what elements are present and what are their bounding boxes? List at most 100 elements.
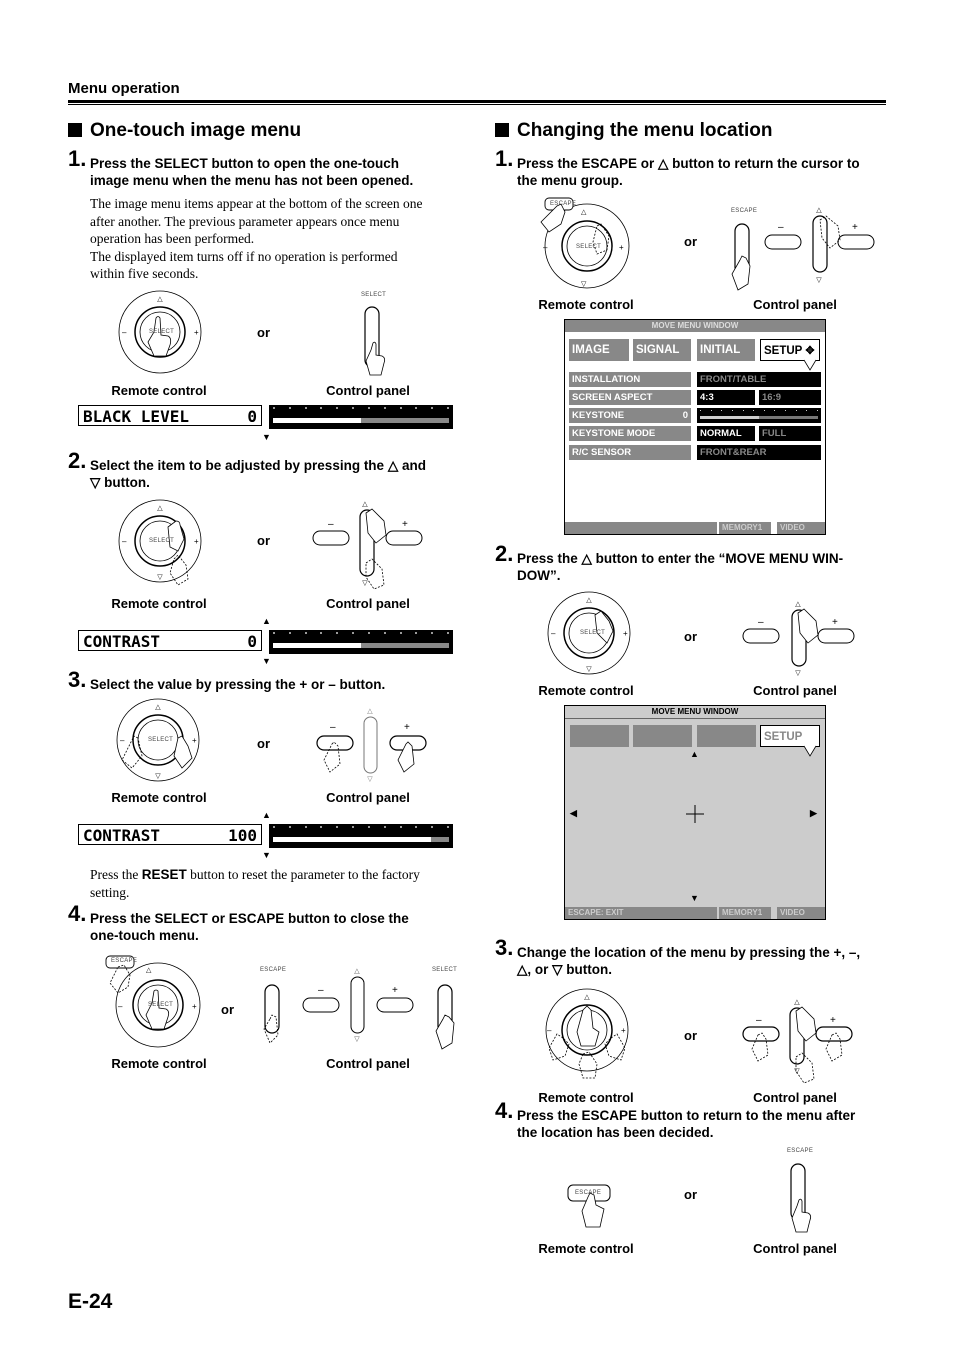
or-label: or — [221, 1002, 234, 1017]
aspect-option-4-3[interactable]: 4:3 — [697, 390, 755, 405]
panel-escape-label: ESCAPE — [787, 1148, 814, 1154]
step-text: Select the item to be adjusted by pressi… — [90, 458, 426, 473]
step-text: Press the ESCAPE button to return to the… — [517, 1108, 856, 1123]
osd-level-bar — [269, 630, 453, 654]
osd-item-label: CONTRAST — [83, 826, 161, 845]
left-step-1-body: The image menu items appear at the botto… — [90, 195, 460, 283]
panel-select-button — [364, 306, 386, 376]
body-line: The displayed item turns off if no opera… — [90, 248, 398, 264]
control-panel-buttons: – △ ▽ + — [731, 207, 875, 291]
input-indicator: VIDEO — [777, 522, 825, 534]
svg-text:△: △ — [155, 704, 161, 711]
right-step-1: 1. Press the ESCAPE or △ button to retur… — [495, 148, 897, 189]
tab-signal[interactable]: SIGNAL — [633, 339, 691, 361]
svg-text:–: – — [551, 629, 556, 638]
panel-select-label: SELECT — [361, 292, 387, 298]
svg-text:▽: ▽ — [155, 773, 161, 780]
svg-text:–: – — [318, 985, 324, 996]
section-header: Menu operation — [68, 80, 180, 97]
svg-text:▽: ▽ — [795, 670, 801, 677]
up-arrow-icon: ▲ — [262, 616, 271, 626]
osd-item-box: BLACK LEVEL 0 — [78, 405, 262, 426]
select-button-label: SELECT — [148, 1002, 174, 1008]
move-up-arrow-icon[interactable]: ▲ — [690, 750, 699, 759]
down-arrow-icon: ▼ — [262, 432, 271, 442]
osd-level-bar — [269, 824, 453, 848]
svg-text:+: + — [402, 519, 408, 530]
or-label: or — [257, 325, 270, 340]
control-panel-buttons: – △ ▽ + — [742, 601, 855, 677]
control-panel-caption: Control panel — [753, 683, 837, 698]
control-panel-buttons: – △ ▽ + — [312, 501, 423, 590]
escape-exit-hint: ESCAPE: EXIT — [565, 907, 717, 919]
square-bullet-icon — [495, 123, 509, 137]
osd-level-fill — [273, 418, 361, 423]
svg-text:–: – — [547, 1026, 552, 1035]
osd-title: MOVE MENU WINDOW — [565, 320, 825, 332]
down-arrow-icon: ▼ — [262, 850, 271, 860]
svg-text:△: △ — [354, 968, 360, 975]
tab-setup[interactable]: SETUP — [760, 725, 820, 747]
or-label: or — [257, 736, 270, 751]
step-text: the location has been decided. — [517, 1125, 714, 1140]
right-step-4: 4. Press the ESCAPE button to return to … — [495, 1100, 897, 1141]
osd-footer-left — [565, 522, 717, 534]
up-arrow-icon: ▲ — [262, 810, 271, 820]
step-text: Press the SELECT or ESCAPE button to clo… — [90, 911, 409, 926]
svg-text:+: + — [832, 617, 838, 628]
svg-text:+: + — [623, 629, 628, 638]
select-button-label: SELECT — [149, 538, 175, 544]
keystone-slider[interactable] — [697, 408, 821, 423]
remote-control-caption: Remote control — [538, 1090, 634, 1105]
move-right-arrow-icon[interactable]: ▶ — [810, 809, 817, 818]
svg-text:+: + — [192, 1002, 197, 1011]
tab-placeholder — [633, 725, 692, 747]
move-down-arrow-icon[interactable]: ▼ — [690, 894, 699, 903]
tab-image[interactable]: IMAGE — [569, 339, 629, 361]
remote-control-caption: Remote control — [538, 297, 634, 312]
callout-pointer-icon — [803, 745, 817, 757]
svg-text:△: △ — [157, 505, 163, 512]
keystone-mode-full[interactable]: FULL — [759, 426, 821, 441]
svg-text:+: + — [404, 722, 410, 733]
svg-text:–: – — [122, 328, 127, 337]
step-number: 3. — [68, 667, 87, 692]
tab-placeholder — [570, 725, 629, 747]
aspect-option-16-9[interactable]: 16:9 — [759, 390, 821, 405]
svg-text:△: △ — [795, 601, 801, 608]
svg-text:△: △ — [586, 597, 592, 604]
tab-setup[interactable]: SETUP ✥ — [760, 339, 820, 361]
svg-text:△: △ — [816, 207, 822, 214]
left-step-4: 4. Press the SELECT or ESCAPE button to … — [68, 903, 460, 944]
memory-indicator: MEMORY1 — [719, 522, 771, 534]
select-button-label: SELECT — [148, 737, 174, 743]
note-text: setting. — [90, 884, 130, 900]
osd-item-value: 0 — [247, 632, 257, 651]
svg-text:–: – — [330, 722, 336, 733]
svg-text:▽: ▽ — [794, 1068, 800, 1075]
osd-item-value: 0 — [247, 407, 257, 426]
changing-location-title: Changing the menu location — [495, 120, 772, 142]
keystone-fill — [700, 416, 759, 419]
svg-text:–: – — [778, 222, 784, 233]
header-rule — [68, 100, 886, 103]
step-number: 4. — [495, 1098, 514, 1123]
square-bullet-icon — [68, 123, 82, 137]
tab-initial[interactable]: INITIAL — [697, 339, 755, 361]
remote-control-caption: Remote control — [538, 1241, 634, 1256]
remote-control-caption: Remote control — [111, 383, 207, 398]
setting-installation-value[interactable]: FRONT/TABLE — [697, 372, 821, 387]
svg-text:–: – — [328, 519, 334, 530]
or-label: or — [684, 629, 697, 644]
keystone-mode-normal[interactable]: NORMAL — [697, 426, 755, 441]
label-text: KEYSTONE — [572, 410, 625, 421]
body-line: within five seconds. — [90, 266, 199, 281]
move-left-arrow-icon[interactable]: ◀ — [570, 809, 577, 818]
svg-text:△: △ — [581, 209, 587, 216]
reset-note: Press the RESET button to reset the para… — [90, 866, 460, 901]
svg-text:–: – — [758, 617, 764, 628]
svg-text:△: △ — [146, 967, 152, 974]
setting-rc-sensor-value[interactable]: FRONT&REAR — [697, 445, 821, 460]
svg-text:+: + — [852, 222, 858, 233]
or-label: or — [684, 234, 697, 249]
